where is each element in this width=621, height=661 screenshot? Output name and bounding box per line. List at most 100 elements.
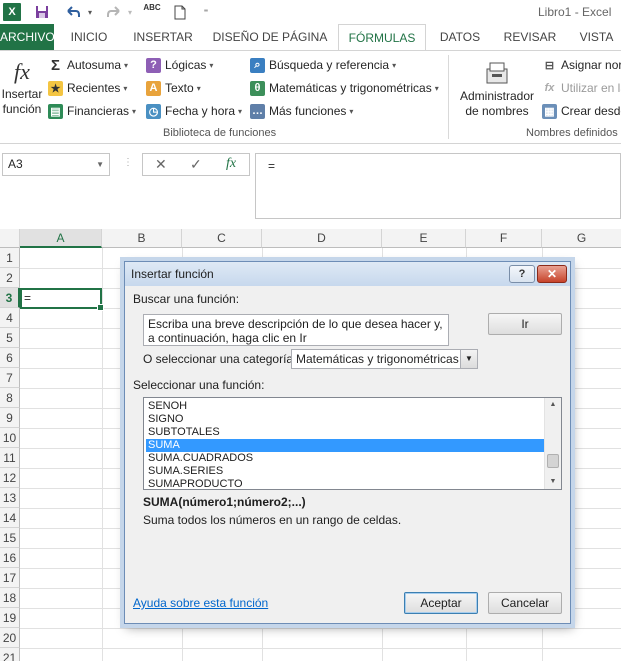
row-header-15[interactable]: 15 [0,528,20,548]
new-document-icon[interactable] [172,3,188,21]
row-header-4[interactable]: 4 [0,308,20,328]
search-input[interactable]: Escriba una breve descripción de lo que … [143,314,449,346]
dialog-title-bar[interactable]: Insertar función ? ✕ [125,262,570,286]
group-label-library: Biblioteca de funciones [163,127,277,139]
column-header-g[interactable]: G [542,229,621,248]
formula-bar-grip-icon[interactable]: ⋮ [123,157,133,168]
row-header-2[interactable]: 2 [0,268,20,288]
scroll-thumb[interactable] [547,454,559,468]
tab-vista[interactable]: VISTA [572,24,621,50]
row-header-8[interactable]: 8 [0,388,20,408]
scroll-down-icon[interactable]: ▼ [545,475,561,489]
select-all-corner[interactable] [0,229,20,248]
column-header-d[interactable]: D [262,229,382,248]
spelling-icon[interactable]: ABC [142,3,162,21]
cancel-button[interactable]: Cancelar [488,592,562,614]
lookup-button[interactable]: ⌕ Búsqueda y referencia ▾ [250,55,396,75]
row-header-21[interactable]: 21 [0,648,20,661]
tab-formulas[interactable]: FÓRMULAS [338,24,426,51]
assign-name-label: Asignar nor [561,58,621,72]
cancel-icon[interactable]: ✕ [155,156,167,173]
column-header-f[interactable]: F [466,229,542,248]
row-header-1[interactable]: 1 [0,248,20,268]
name-manager-button[interactable]: Administrador de nombres [454,57,540,119]
help-icon[interactable]: ? [509,265,535,283]
list-item[interactable]: SIGNO [146,413,546,426]
tab-archivo[interactable]: ARCHIVO [0,24,55,50]
datetime-button[interactable]: ◷ Fecha y hora ▾ [146,101,242,121]
financial-button[interactable]: ▤ Financieras ▾ [48,101,136,121]
tab-revisar[interactable]: REVISAR [496,24,564,50]
ok-button[interactable]: Aceptar [404,592,478,614]
row-header-13[interactable]: 13 [0,488,20,508]
row-header-11[interactable]: 11 [0,448,20,468]
go-button[interactable]: Ir [488,313,562,335]
row-header-10[interactable]: 10 [0,428,20,448]
math-icon: θ [250,80,265,96]
undo-dropdown-icon[interactable]: ▾ [86,3,94,21]
row-header-20[interactable]: 20 [0,628,20,648]
title-bar: X ▾ ▾ ABC ⁼ Libro1 - Excel [0,0,621,24]
row-header-17[interactable]: 17 [0,568,20,588]
create-from-selection-button[interactable]: ▦ Crear desde [542,101,621,121]
insert-function-icon[interactable]: fx [226,156,236,172]
column-header-b[interactable]: B [102,229,182,248]
group-label-names: Nombres definidos [526,127,618,139]
undo-icon[interactable] [63,3,83,21]
autosum-label: Autosuma [67,58,122,72]
chevron-down-icon: ▾ [196,83,201,93]
sigma-icon: Σ [50,56,60,74]
save-icon[interactable] [33,3,51,21]
active-cell-a3[interactable]: = [20,288,104,311]
assign-name-button[interactable]: ⊟ Asignar nor [542,55,621,75]
function-list[interactable]: SENOH SIGNO SUBTOTALES SUMA SUMA.CUADRAD… [143,397,562,490]
lookup-label: Búsqueda y referencia [269,58,390,72]
column-header-a[interactable]: A [20,229,102,248]
row-header-14[interactable]: 14 [0,508,20,528]
list-item-selected[interactable]: SUMA [146,439,546,452]
list-item[interactable]: SUMA.CUADRADOS [146,452,546,465]
chevron-down-icon[interactable]: ▼ [460,350,477,368]
chevron-down-icon[interactable]: ▼ [96,154,104,175]
tab-diseno-de-pagina[interactable]: DISEÑO DE PÁGINA [208,24,332,50]
math-button[interactable]: θ Matemáticas y trigonométricas ▾ [250,78,439,98]
row-header-12[interactable]: 12 [0,468,20,488]
text-button[interactable]: A Texto ▾ [146,78,201,98]
help-link[interactable]: Ayuda sobre esta función [133,596,268,610]
function-list-scrollbar[interactable]: ▲ ▼ [544,398,561,489]
list-item[interactable]: SUBTOTALES [146,426,546,439]
category-select[interactable]: Matemáticas y trigonométricas ▼ [291,349,478,369]
tab-inicio[interactable]: INICIO [62,24,116,50]
redo-dropdown-icon: ▾ [127,7,132,17]
list-item[interactable]: SENOH [146,400,546,413]
row-header-7[interactable]: 7 [0,368,20,388]
logical-button[interactable]: ? Lógicas ▾ [146,55,213,75]
logical-icon: ? [146,57,161,73]
row-header-3[interactable]: 3 [0,288,20,308]
close-icon[interactable]: ✕ [537,265,567,283]
recent-button[interactable]: ★ Recientes ▾ [48,78,127,98]
list-item[interactable]: SUMA.SERIES [146,465,546,478]
autosum-button[interactable]: Σ Autosuma ▾ [48,55,128,75]
formula-input[interactable]: = [255,153,621,219]
enter-icon[interactable]: ✓ [190,156,202,173]
scroll-up-icon[interactable]: ▲ [545,398,561,412]
column-header-c[interactable]: C [182,229,262,248]
customize-toolbar-icon[interactable]: ⁼ [200,3,212,21]
column-header-e[interactable]: E [382,229,466,248]
tab-datos[interactable]: DATOS [432,24,488,50]
more-functions-button[interactable]: … Más funciones ▾ [250,101,353,121]
name-box[interactable]: A3 ▼ [2,153,110,176]
row-header-19[interactable]: 19 [0,608,20,628]
row-header-6[interactable]: 6 [0,348,20,368]
row-header-18[interactable]: 18 [0,588,20,608]
function-description: Suma todos los números en un rango de ce… [143,513,402,527]
use-in-formula-label: Utilizar en la [561,81,621,95]
row-header-5[interactable]: 5 [0,328,20,348]
search-label: Buscar una función: [133,292,240,306]
row-header-16[interactable]: 16 [0,548,20,568]
row-header-9[interactable]: 9 [0,408,20,428]
list-item[interactable]: SUMAPRODUCTO [146,478,546,489]
tab-insertar[interactable]: INSERTAR [126,24,200,50]
insert-function-button[interactable]: fx Insertar función [0,57,44,117]
